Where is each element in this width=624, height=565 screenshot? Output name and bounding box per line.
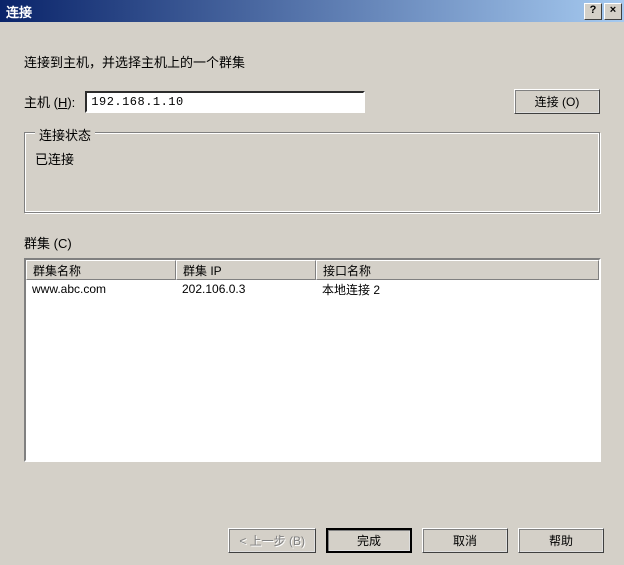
- cell-cluster-name: www.abc.com: [26, 282, 176, 296]
- connect-button[interactable]: 连接 (O): [514, 89, 600, 114]
- listview-header: 群集名称 群集 IP 接口名称: [26, 260, 599, 280]
- help-icon[interactable]: ?: [584, 3, 602, 20]
- window-title: 连接: [6, 2, 32, 21]
- close-icon[interactable]: ×: [604, 3, 622, 20]
- cell-cluster-ip: 202.106.0.3: [176, 282, 316, 296]
- back-button: < 上一步 (B): [228, 528, 316, 553]
- cancel-button[interactable]: 取消: [422, 528, 508, 553]
- titlebar: 连接 ? ×: [0, 0, 624, 22]
- col-interface-name[interactable]: 接口名称: [316, 260, 599, 280]
- connection-status-text: 已连接: [35, 145, 589, 202]
- connection-status-legend: 连接状态: [35, 125, 95, 144]
- finish-button[interactable]: 完成: [326, 528, 412, 553]
- host-row: 主机 (H): 连接 (O): [24, 89, 600, 114]
- button-bar: < 上一步 (B) 完成 取消 帮助: [228, 528, 604, 553]
- clusters-label: 群集 (C): [24, 233, 600, 252]
- clusters-listview[interactable]: 群集名称 群集 IP 接口名称 www.abc.com 202.106.0.3 …: [24, 258, 601, 462]
- host-input[interactable]: [85, 91, 365, 113]
- table-row[interactable]: www.abc.com 202.106.0.3 本地连接 2: [26, 280, 599, 298]
- instruction-text: 连接到主机，并选择主机上的一个群集: [24, 52, 600, 71]
- listview-body: www.abc.com 202.106.0.3 本地连接 2: [26, 280, 599, 298]
- cell-interface-name: 本地连接 2: [316, 281, 599, 298]
- title-buttons: ? ×: [584, 3, 622, 20]
- connection-status-group: 连接状态 已连接: [24, 132, 600, 213]
- col-cluster-name[interactable]: 群集名称: [26, 260, 176, 280]
- col-cluster-ip[interactable]: 群集 IP: [176, 260, 316, 280]
- help-button[interactable]: 帮助: [518, 528, 604, 553]
- dialog-content: 连接到主机，并选择主机上的一个群集 主机 (H): 连接 (O) 连接状态 已连…: [0, 22, 624, 472]
- host-label: 主机 (H):: [24, 92, 75, 111]
